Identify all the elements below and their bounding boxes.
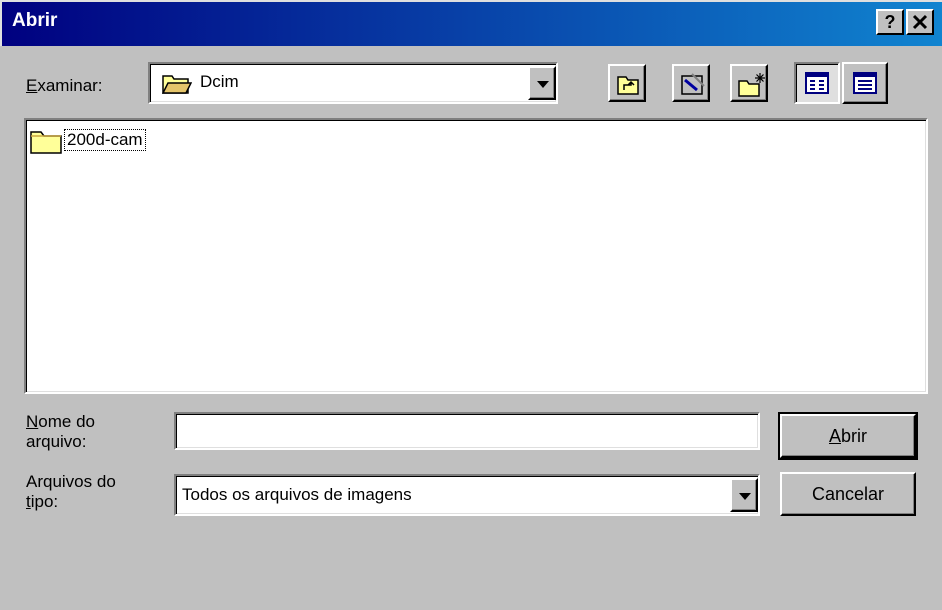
look-in-dropdown-button[interactable] (528, 66, 556, 100)
file-type-dropdown-button[interactable] (730, 478, 758, 512)
desktop-button[interactable] (672, 64, 710, 102)
details-view-button[interactable] (842, 62, 888, 104)
look-in-dropdown[interactable]: Dcim (148, 62, 558, 104)
help-button[interactable]: ? (876, 9, 904, 35)
open-folder-icon (161, 72, 193, 99)
file-name-label: Nome do arquivo: (26, 412, 95, 451)
list-view-button[interactable] (794, 62, 840, 104)
look-in-label: Examinar: (26, 76, 103, 95)
look-in-value: Dcim (200, 72, 239, 91)
list-view-icon (805, 72, 829, 99)
details-view-icon (853, 72, 877, 99)
close-icon (912, 14, 928, 34)
close-button[interactable] (906, 9, 934, 35)
up-one-level-button[interactable] (608, 64, 646, 102)
cancel-button[interactable]: Cancelar (780, 472, 916, 516)
window-title: Abrir (12, 10, 58, 31)
help-icon: ? (884, 12, 896, 32)
file-name-input[interactable] (174, 412, 760, 450)
create-new-folder-button[interactable] (730, 64, 768, 102)
file-type-value: Todos os arquivos de imagens (182, 485, 412, 504)
list-item-label: 200d-cam (64, 129, 146, 151)
file-type-dropdown[interactable]: Todos os arquivos de imagens (174, 474, 760, 516)
file-type-label: Arquivos do tipo: (26, 472, 116, 511)
folder-icon (30, 128, 62, 159)
file-list[interactable]: 200d-cam (24, 118, 928, 394)
open-button[interactable]: Abrir (778, 412, 918, 460)
view-buttons-group (794, 62, 890, 104)
title-bar[interactable]: Abrir ? (0, 0, 942, 46)
